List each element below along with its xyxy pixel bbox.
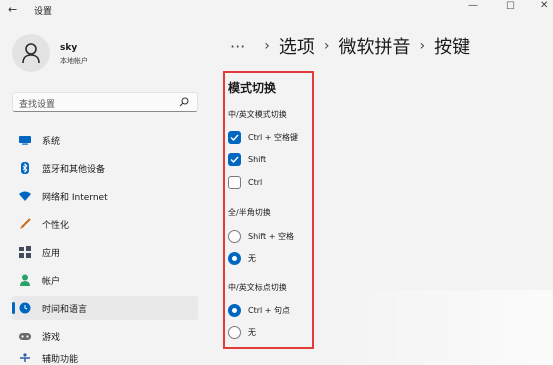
radio-selected-icon <box>228 251 241 265</box>
accessibility-icon <box>18 352 32 364</box>
breadcrumb: ··· › 选项 › 微软拼音 › 按键 <box>230 33 470 59</box>
gamepad-icon <box>18 329 32 343</box>
sidebar-item-accounts[interactable]: 帐户 <box>12 268 198 292</box>
group-label-punctuation: 中/英文标点切换 <box>228 283 287 292</box>
back-arrow-icon[interactable]: ← <box>8 3 17 16</box>
sidebar-item-label: 辅助功能 <box>42 355 79 364</box>
option-label: Ctrl <box>248 177 263 187</box>
checkbox-ctrl[interactable]: Ctrl <box>228 175 262 189</box>
avatar <box>12 34 50 72</box>
breadcrumb-item-options[interactable]: 选项 <box>279 33 315 59</box>
checkbox-unchecked-icon <box>228 175 241 189</box>
brush-icon <box>18 217 32 231</box>
minimize-button[interactable]: — <box>468 0 478 11</box>
account-type: 本地帐户 <box>60 57 88 65</box>
app-title: 设置 <box>34 7 53 17</box>
checkbox-checked-icon <box>228 152 241 166</box>
breadcrumb-item-pinyin[interactable]: 微软拼音 <box>338 33 410 59</box>
sidebar-item-system[interactable]: 系统 <box>12 128 198 152</box>
sidebar-nav: 系统 蓝牙和其他设备 网络和 Internet 个性化 应用 帐户 时间和语言 … <box>12 128 198 365</box>
chevron-right-icon: › <box>264 38 270 54</box>
sidebar-item-accessibility[interactable]: 辅助功能 <box>12 352 198 364</box>
sidebar-item-label: 网络和 Internet <box>42 192 108 203</box>
option-label: 无 <box>248 253 256 263</box>
sidebar-item-apps[interactable]: 应用 <box>12 240 198 264</box>
option-label: Ctrl + 空格键 <box>248 132 299 142</box>
option-label: 无 <box>248 327 256 337</box>
mode-switch-panel: 模式切换 中/英文模式切换 Ctrl + 空格键 Shift Ctrl 全/半角… <box>223 71 314 349</box>
section-title: 模式切换 <box>228 81 277 95</box>
checkbox-shift[interactable]: Shift <box>228 152 266 166</box>
sidebar-item-gaming[interactable]: 游戏 <box>12 324 198 348</box>
person-icon <box>22 43 40 64</box>
radio-none-width[interactable]: 无 <box>228 251 256 265</box>
sidebar-item-label: 蓝牙和其他设备 <box>42 164 106 175</box>
user-profile[interactable]: sky 本地帐户 <box>12 34 192 74</box>
option-label: Ctrl + 句点 <box>248 305 291 315</box>
sidebar-item-label: 应用 <box>42 248 61 259</box>
radio-ctrl-period[interactable]: Ctrl + 句点 <box>228 303 290 317</box>
search-icon <box>179 97 189 107</box>
checkbox-checked-icon <box>228 130 241 144</box>
chevron-right-icon: › <box>323 38 330 54</box>
sidebar-item-label: 帐户 <box>42 276 61 287</box>
sidebar-item-label: 系统 <box>42 136 61 147</box>
radio-selected-icon <box>228 303 241 317</box>
sidebar-item-time-language[interactable]: 时间和语言 <box>12 296 198 320</box>
radio-none-punctuation[interactable]: 无 <box>228 325 256 339</box>
sidebar-item-label: 个性化 <box>42 220 70 231</box>
radio-shift-space[interactable]: Shift + 空格 <box>228 229 294 243</box>
chevron-right-icon: › <box>419 38 426 54</box>
sidebar-item-label: 时间和语言 <box>42 304 88 315</box>
option-label: Shift <box>248 154 267 164</box>
maximize-button[interactable]: ☐ <box>506 1 515 12</box>
option-label: Shift + 空格 <box>248 231 294 241</box>
page-title: 按键 <box>434 37 471 58</box>
bluetooth-icon <box>18 161 32 175</box>
group-label-cn-en-mode: 中/英文模式切换 <box>228 110 287 119</box>
breadcrumb-overflow-button[interactable]: ··· <box>230 37 245 56</box>
sidebar-item-personalization[interactable]: 个性化 <box>12 212 198 236</box>
user-name: sky <box>60 43 78 53</box>
apps-icon <box>18 245 32 259</box>
radio-unselected-icon <box>228 229 241 243</box>
watermark-fade <box>330 290 553 365</box>
sidebar-item-bluetooth[interactable]: 蓝牙和其他设备 <box>12 156 198 180</box>
monitor-icon <box>18 133 32 147</box>
search-placeholder: 查找设置 <box>19 100 56 110</box>
group-label-full-half-width: 全/半角切换 <box>228 208 271 217</box>
title-bar: ← 设置 — ☐ ✕ <box>0 0 553 20</box>
wifi-icon <box>18 189 32 203</box>
search-input[interactable]: 查找设置 <box>12 92 198 112</box>
sidebar-item-network[interactable]: 网络和 Internet <box>12 184 198 208</box>
clock-globe-icon <box>18 301 32 315</box>
radio-unselected-icon <box>228 325 241 339</box>
account-icon <box>18 273 32 287</box>
close-button[interactable]: ✕ <box>540 0 548 11</box>
sidebar-item-label: 游戏 <box>42 332 61 343</box>
checkbox-ctrl-space[interactable]: Ctrl + 空格键 <box>228 130 298 144</box>
